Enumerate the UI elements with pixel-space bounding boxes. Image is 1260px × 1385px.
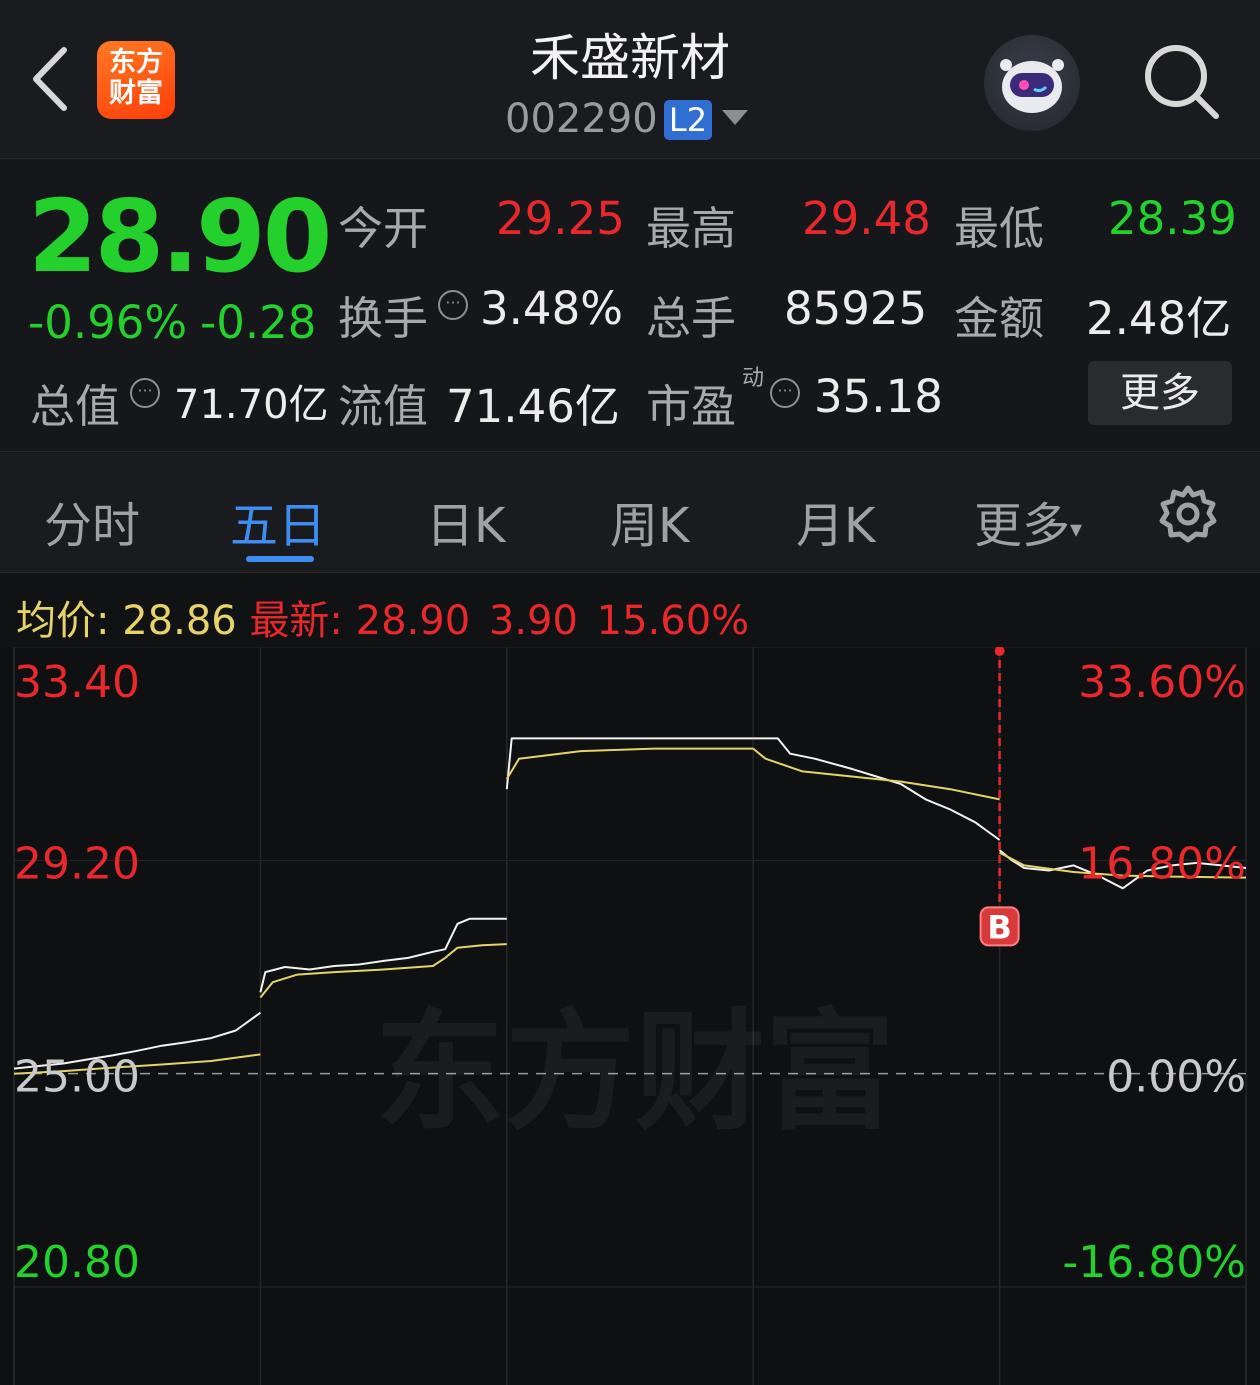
y-tick-left: 29.20	[14, 838, 140, 889]
turnover-label: 换手	[338, 292, 429, 345]
avg-label: 均价:	[16, 598, 110, 644]
turnover-value: 3.48%	[480, 282, 623, 335]
low-label: 最低	[954, 202, 1045, 255]
tab-weekly-k[interactable]: 周K	[610, 486, 689, 556]
amount-label: 金额	[954, 292, 1045, 345]
floatcap-label: 流值	[338, 380, 429, 433]
pe-dynamic-sup: 动	[742, 366, 765, 391]
volume-value: 85925	[784, 282, 928, 335]
open-value: 29.25	[496, 192, 625, 245]
y-tick-left: 20.80	[14, 1237, 140, 1288]
y-tick-left: 33.40	[14, 657, 140, 708]
last-price: 28.90	[28, 178, 332, 295]
low-value: 28.39	[1108, 192, 1237, 245]
pe-label: 市盈	[646, 380, 737, 433]
latest-label: 最新:	[249, 598, 343, 644]
settings-gear-icon[interactable]	[1158, 484, 1218, 544]
tab-monthly-k[interactable]: 月K	[796, 486, 875, 556]
high-value: 29.48	[802, 192, 931, 245]
chart-info-line: 均价: 28.86 最新: 28.90 3.90 15.60%	[16, 588, 749, 646]
mktcap-label: 总值	[30, 380, 121, 433]
info-dots-icon[interactable]: ···	[770, 378, 800, 408]
volume-label: 总手	[646, 292, 737, 345]
y-tick-right: -16.80%	[1062, 1237, 1246, 1288]
level2-badge[interactable]: L2	[664, 100, 712, 140]
y-tick-right: 33.60%	[1078, 657, 1246, 708]
stock-code[interactable]: 002290	[505, 96, 658, 142]
search-icon[interactable]	[1140, 40, 1222, 122]
app-logo[interactable]: 东方 财富	[97, 41, 175, 119]
avg-value: 28.86	[122, 598, 237, 644]
tab-five-day[interactable]: 五日	[230, 486, 326, 556]
buy-marker-label: B	[987, 908, 1011, 946]
dropdown-caret-icon[interactable]	[722, 110, 748, 125]
high-label: 最高	[646, 202, 737, 255]
small-caret-icon: ▾	[1070, 515, 1083, 543]
assistant-robot-avatar[interactable]	[984, 35, 1080, 131]
active-tab-indicator	[246, 556, 314, 562]
y-tick-left: 25.00	[14, 1052, 140, 1103]
amount-value: 2.48亿	[1086, 292, 1232, 345]
floatcap-value: 71.46亿	[446, 380, 620, 433]
latest-change-pct: 15.60%	[596, 598, 750, 644]
tab-daily-k[interactable]: 日K	[426, 486, 505, 556]
five-day-chart[interactable]: 东方财富 33.40 33.60% 29.20 16.80% 25.00 0.00% 20.…	[0, 647, 1260, 1385]
info-dots-icon[interactable]: ···	[438, 290, 468, 320]
y-tick-right: 16.80%	[1078, 838, 1246, 889]
stock-name: 禾盛新材	[530, 29, 730, 87]
latest-change: 3.90	[488, 598, 578, 644]
robot-icon	[1000, 59, 1064, 113]
info-dots-icon[interactable]: ···	[130, 378, 160, 408]
tab-intraday[interactable]: 分时	[44, 486, 140, 556]
back-arrow-icon[interactable]	[28, 44, 74, 114]
open-label: 今开	[338, 202, 429, 255]
pe-value: 35.18	[814, 370, 943, 423]
more-button[interactable]: 更多	[1088, 361, 1232, 425]
tab-more[interactable]: 更多▾	[974, 486, 1082, 556]
change-amount: -0.28	[200, 296, 317, 349]
latest-value: 28.90	[355, 598, 471, 644]
y-tick-right: 0.00%	[1106, 1052, 1246, 1103]
change-percent: -0.96%	[28, 296, 188, 349]
watermark: 东方财富	[375, 996, 895, 1148]
mktcap-value: 71.70亿	[174, 382, 329, 428]
